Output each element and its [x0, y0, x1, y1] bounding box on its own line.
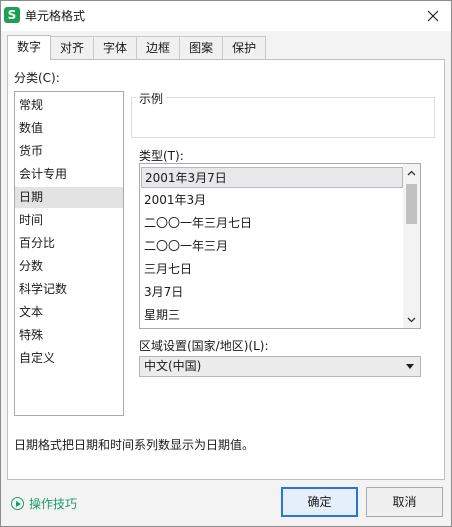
scroll-up-button[interactable] [403, 164, 420, 181]
category-item-fraction[interactable]: 分数 [15, 256, 123, 277]
type-item[interactable]: 二〇〇一年三月七日 [141, 213, 403, 234]
category-item-special[interactable]: 特殊 [15, 325, 123, 346]
type-list[interactable]: 2001年3月7日 2001年3月 二〇〇一年三月七日 二〇〇一年三月 三月七日… [139, 163, 421, 329]
type-item[interactable]: 2001年3月7日 [141, 167, 403, 188]
number-tab-panel: 分类(C): 常规 数值 货币 会计专用 日期 时间 百分比 分数 科学记数 文… [7, 59, 445, 480]
cancel-button[interactable]: 取消 [366, 487, 443, 517]
tab-protection[interactable]: 保护 [222, 36, 267, 60]
format-description: 日期格式把日期和时间系列数显示为日期值。 [14, 438, 255, 452]
type-item[interactable]: 三月七日 [141, 259, 403, 280]
category-item-number[interactable]: 数值 [15, 118, 123, 139]
type-list-scrollbar[interactable] [403, 164, 420, 328]
scroll-thumb[interactable] [406, 184, 417, 224]
type-item[interactable]: 3月7日 [141, 282, 403, 303]
type-item[interactable]: 星期三 [141, 305, 403, 326]
chevron-down-icon [407, 317, 416, 322]
dialog-title: 单元格格式 [25, 9, 86, 23]
category-item-currency[interactable]: 货币 [15, 141, 123, 162]
tab-number[interactable]: 数字 [7, 35, 52, 60]
sample-group [131, 97, 435, 138]
chevron-up-icon [407, 170, 416, 175]
category-item-time[interactable]: 时间 [15, 210, 123, 231]
close-button[interactable] [421, 4, 445, 28]
triangle-down-icon [406, 364, 414, 369]
region-select[interactable]: 中文(中国) [139, 356, 421, 377]
category-item-date[interactable]: 日期 [15, 187, 123, 208]
tips-label: 操作技巧 [29, 497, 78, 511]
ok-button[interactable]: 确定 [281, 487, 358, 517]
spreadsheet-app-icon: S [4, 7, 20, 23]
category-label: 分类(C): [14, 71, 60, 85]
tab-alignment[interactable]: 对齐 [50, 36, 95, 60]
title-bar: S 单元格格式 [1, 1, 451, 31]
tips-link[interactable]: 操作技巧 [11, 495, 77, 512]
category-item-scientific[interactable]: 科学记数 [15, 279, 123, 300]
category-item-percentage[interactable]: 百分比 [15, 233, 123, 254]
category-item-accounting[interactable]: 会计专用 [15, 164, 123, 185]
close-icon [427, 10, 439, 22]
play-circle-icon [11, 497, 24, 510]
category-item-text[interactable]: 文本 [15, 302, 123, 323]
tab-border[interactable]: 边框 [136, 36, 181, 60]
type-item[interactable]: 二〇〇一年三月 [141, 236, 403, 257]
tab-pattern[interactable]: 图案 [179, 36, 224, 60]
format-cells-dialog: S 单元格格式 数字 对齐 字体 边框 图案 保护 分类(C): 常规 数值 货… [0, 0, 452, 527]
scroll-down-button[interactable] [403, 311, 420, 328]
type-label: 类型(T): [139, 149, 184, 163]
tab-font[interactable]: 字体 [93, 36, 138, 60]
category-item-custom[interactable]: 自定义 [15, 348, 123, 369]
tab-bar: 数字 对齐 字体 边框 图案 保护 [7, 35, 267, 60]
sample-legend: 示例 [136, 90, 167, 107]
category-item-general[interactable]: 常规 [15, 95, 123, 116]
region-select-value: 中文(中国) [144, 359, 202, 373]
region-label: 区域设置(国家/地区)(L): [139, 339, 269, 353]
type-item[interactable]: 2001年3月 [141, 190, 403, 211]
category-list[interactable]: 常规 数值 货币 会计专用 日期 时间 百分比 分数 科学记数 文本 特殊 自定… [14, 91, 124, 416]
